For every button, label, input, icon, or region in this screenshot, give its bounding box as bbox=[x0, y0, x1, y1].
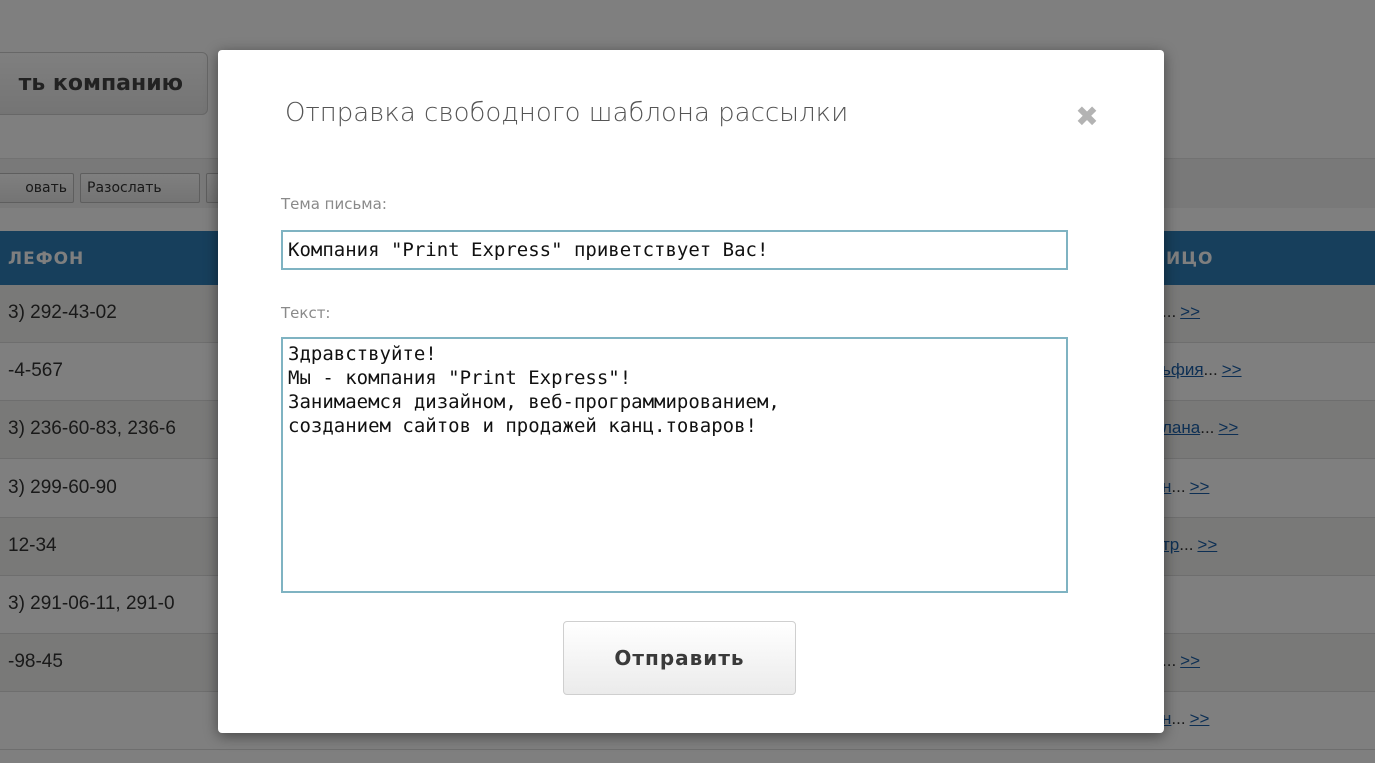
send-template-dialog: Отправка свободного шаблона рассылки ✖ Т… bbox=[218, 50, 1164, 733]
subject-label: Тема письма: bbox=[281, 195, 387, 213]
subject-input[interactable] bbox=[281, 230, 1068, 270]
text-label: Текст: bbox=[281, 304, 331, 322]
close-icon[interactable]: ✖ bbox=[1071, 102, 1103, 134]
message-textarea[interactable] bbox=[281, 337, 1068, 593]
send-button[interactable]: Отправить bbox=[563, 621, 796, 695]
dialog-title: Отправка свободного шаблона рассылки bbox=[285, 98, 849, 128]
